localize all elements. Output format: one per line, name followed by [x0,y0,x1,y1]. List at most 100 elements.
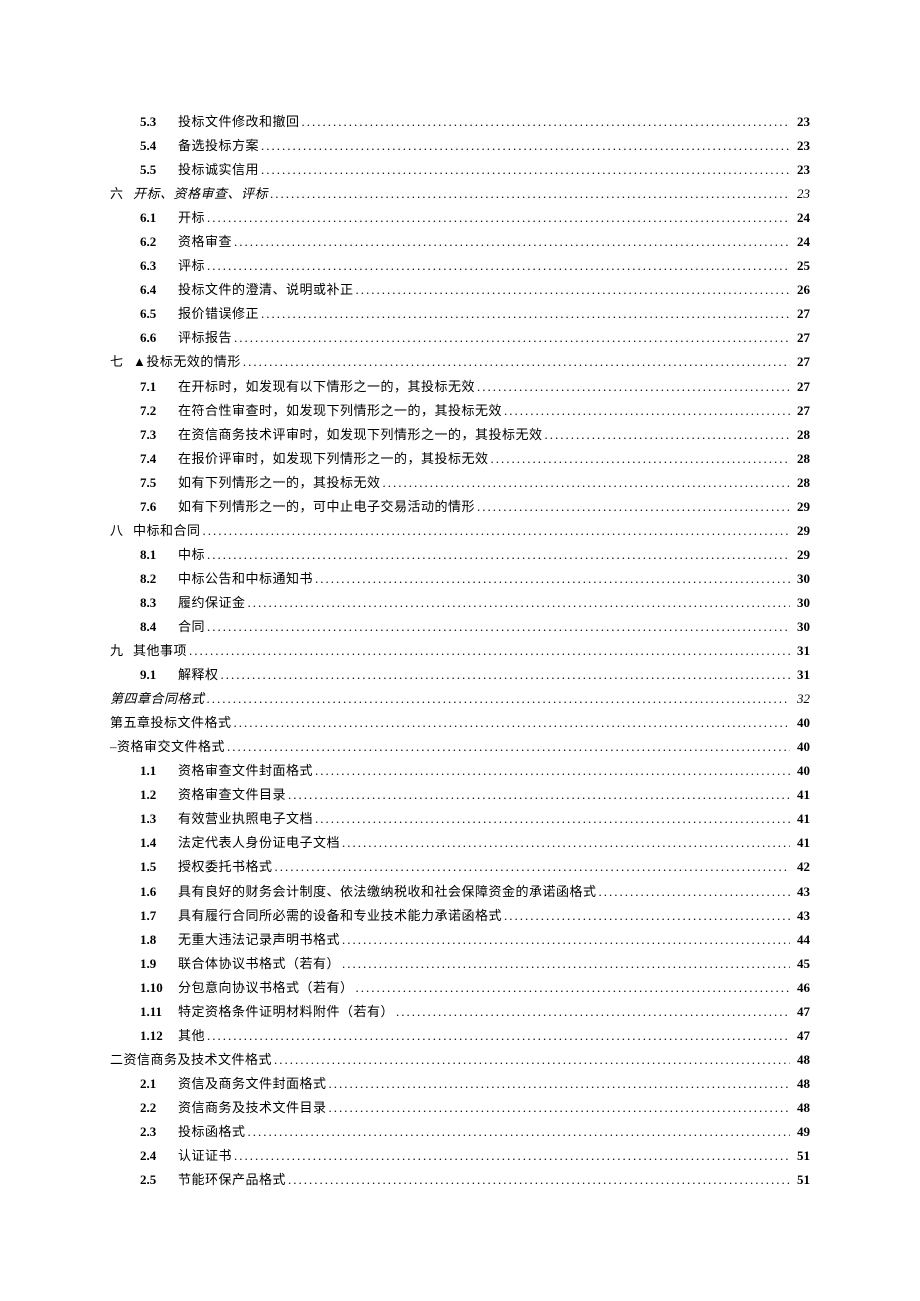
toc-page-number: 23 [790,110,810,134]
toc-entry: 七▲投标无效的情形27 [110,350,810,374]
toc-page-number: 41 [790,831,810,855]
toc-entry: 1.6具有良好的财务会计制度、依法缴纳税收和社会保障资金的承诺函格式43 [110,880,810,904]
toc-entry: 5.4备选投标方案 23 [110,134,810,158]
toc-page-number: 23 [790,158,810,182]
toc-leader-dots [286,1168,790,1192]
toc-entry-title: 在资信商务技术评审时，如发现下列情形之一的，其投标无效 [178,423,543,447]
toc-entry: 6.6评标报告27 [110,326,810,350]
toc-entry-title: 中标 [178,543,205,567]
toc-entry-title: 投标诚实信用 [178,158,259,182]
toc-leader-dots [543,423,790,447]
toc-entry-title: 履约保证金 [178,591,246,615]
toc-entry-number: 6.6 [140,326,178,350]
toc-page-number: 26 [790,278,810,302]
toc-entry-title: 其他 [178,1024,205,1048]
toc-entry-number: 2.3 [140,1120,178,1144]
toc-entry-title: 解释权 [178,663,219,687]
toc-page-number: 27 [790,326,810,350]
toc-entry: 1.4法定代表人身份证电子文档41 [110,831,810,855]
toc-entry-title: 其他事项 [133,639,187,663]
toc-leader-dots [313,759,790,783]
toc-entry-title: 中标公告和中标通知书 [178,567,313,591]
toc-page-number: 31 [790,639,810,663]
toc-entry-title: 节能环保产品格式 [178,1168,286,1192]
toc-entry-number: 1.9 [140,952,178,976]
toc-page-number: 23 [790,134,810,158]
toc-entry-title: 联合体协议书格式（若有） [178,952,340,976]
toc-entry: 二资信商务及技术文件格式48 [110,1048,810,1072]
toc-leader-dots [340,928,790,952]
toc-page-number: 24 [790,206,810,230]
toc-entry-title: 备选投标方案 [178,134,259,158]
toc-leader-dots [219,663,790,687]
toc-page-number: 40 [790,735,810,759]
toc-leader-dots [205,543,790,567]
toc-page-number: 32 [790,687,810,711]
toc-entry-number: 5.4 [140,134,178,158]
toc-page-number: 40 [790,759,810,783]
toc-entry-number: 7.1 [140,375,178,399]
toc-page-number: 48 [790,1096,810,1120]
toc-page-number: 29 [790,495,810,519]
toc-leader-dots [232,711,790,735]
toc-entry-number: 1.3 [140,807,178,831]
toc-entry-title: 投标文件修改和撤回 [178,110,300,134]
toc-entry-number: 8.1 [140,543,178,567]
toc-leader-dots [205,687,790,711]
toc-entry-number: 2.5 [140,1168,178,1192]
toc-entry: 八中标和合同29 [110,519,810,543]
toc-entry: 1.5授权委托书格式42 [110,855,810,879]
toc-page-number: 41 [790,783,810,807]
toc-entry: 六开标、资格审查、评标23 [110,182,810,206]
toc-page-number: 28 [790,447,810,471]
toc-entry-number: 7.4 [140,447,178,471]
toc-page-number: 30 [790,615,810,639]
toc-entry-title: 第五章投标文件格式 [110,711,232,735]
toc-page-number: 47 [790,1000,810,1024]
toc-entry-title: 在符合性审查时，如发现下列情形之一的，其投标无效 [178,399,502,423]
toc-entry: 6.2资格审查24 [110,230,810,254]
toc-entry: 2.2资信商务及技术文件目录48 [110,1096,810,1120]
toc-entry-title: 具有履行合同所必需的设备和专业技术能力承诺函格式 [178,904,502,928]
toc-entry: 9.1解释权31 [110,663,810,687]
toc-page-number: 48 [790,1048,810,1072]
toc-entry-number: 6.3 [140,254,178,278]
toc-leader-dots [502,399,790,423]
toc-entry-number: 5.3 [140,110,178,134]
toc-entry-title: ▲投标无效的情形 [133,350,241,374]
toc-entry-number: 1.2 [140,783,178,807]
toc-leader-dots [259,158,790,182]
toc-leader-dots [201,519,790,543]
toc-entry-title: 资格审查 [178,230,232,254]
toc-entry-number: 2.4 [140,1144,178,1168]
toc-entry-title: 评标 [178,254,205,278]
toc-leader-dots [205,615,790,639]
toc-entry: 1.11特定资格条件证明材料附件（若有）47 [110,1000,810,1024]
toc-leader-dots [489,447,790,471]
toc-entry-number: 2.2 [140,1096,178,1120]
table-of-contents: 5.3投标文件修改和撤回235.4备选投标方案235.5投标诚实信用23六开标、… [110,110,810,1192]
toc-entry: 1.3有效营业执照电子文档41 [110,807,810,831]
toc-page-number: 44 [790,928,810,952]
toc-entry-number: 7.5 [140,471,178,495]
toc-entry-number: 8.3 [140,591,178,615]
toc-leader-dots [475,375,790,399]
toc-leader-dots [354,976,790,1000]
toc-leader-dots [272,1048,790,1072]
toc-entry-number: 1.11 [140,1000,178,1024]
toc-entry-title: 资格审查文件封面格式 [178,759,313,783]
toc-entry-title: 认证证书 [178,1144,232,1168]
toc-entry-title: 授权委托书格式 [178,855,273,879]
toc-entry-number: 1.6 [140,880,178,904]
toc-entry-title: 无重大违法记录声明书格式 [178,928,340,952]
toc-entry-title: 分包意向协议书格式（若有） [178,976,354,1000]
toc-entry-number: 2.1 [140,1072,178,1096]
toc-page-number: 47 [790,1024,810,1048]
toc-entry: 1.7具有履行合同所必需的设备和专业技术能力承诺函格式43 [110,904,810,928]
toc-page-number: 40 [790,711,810,735]
toc-leader-dots [475,495,790,519]
toc-leader-dots [241,350,790,374]
toc-entry-title: 如有下列情形之一的，其投标无效 [178,471,381,495]
toc-leader-dots [313,807,790,831]
toc-entry: 6.3评标25 [110,254,810,278]
